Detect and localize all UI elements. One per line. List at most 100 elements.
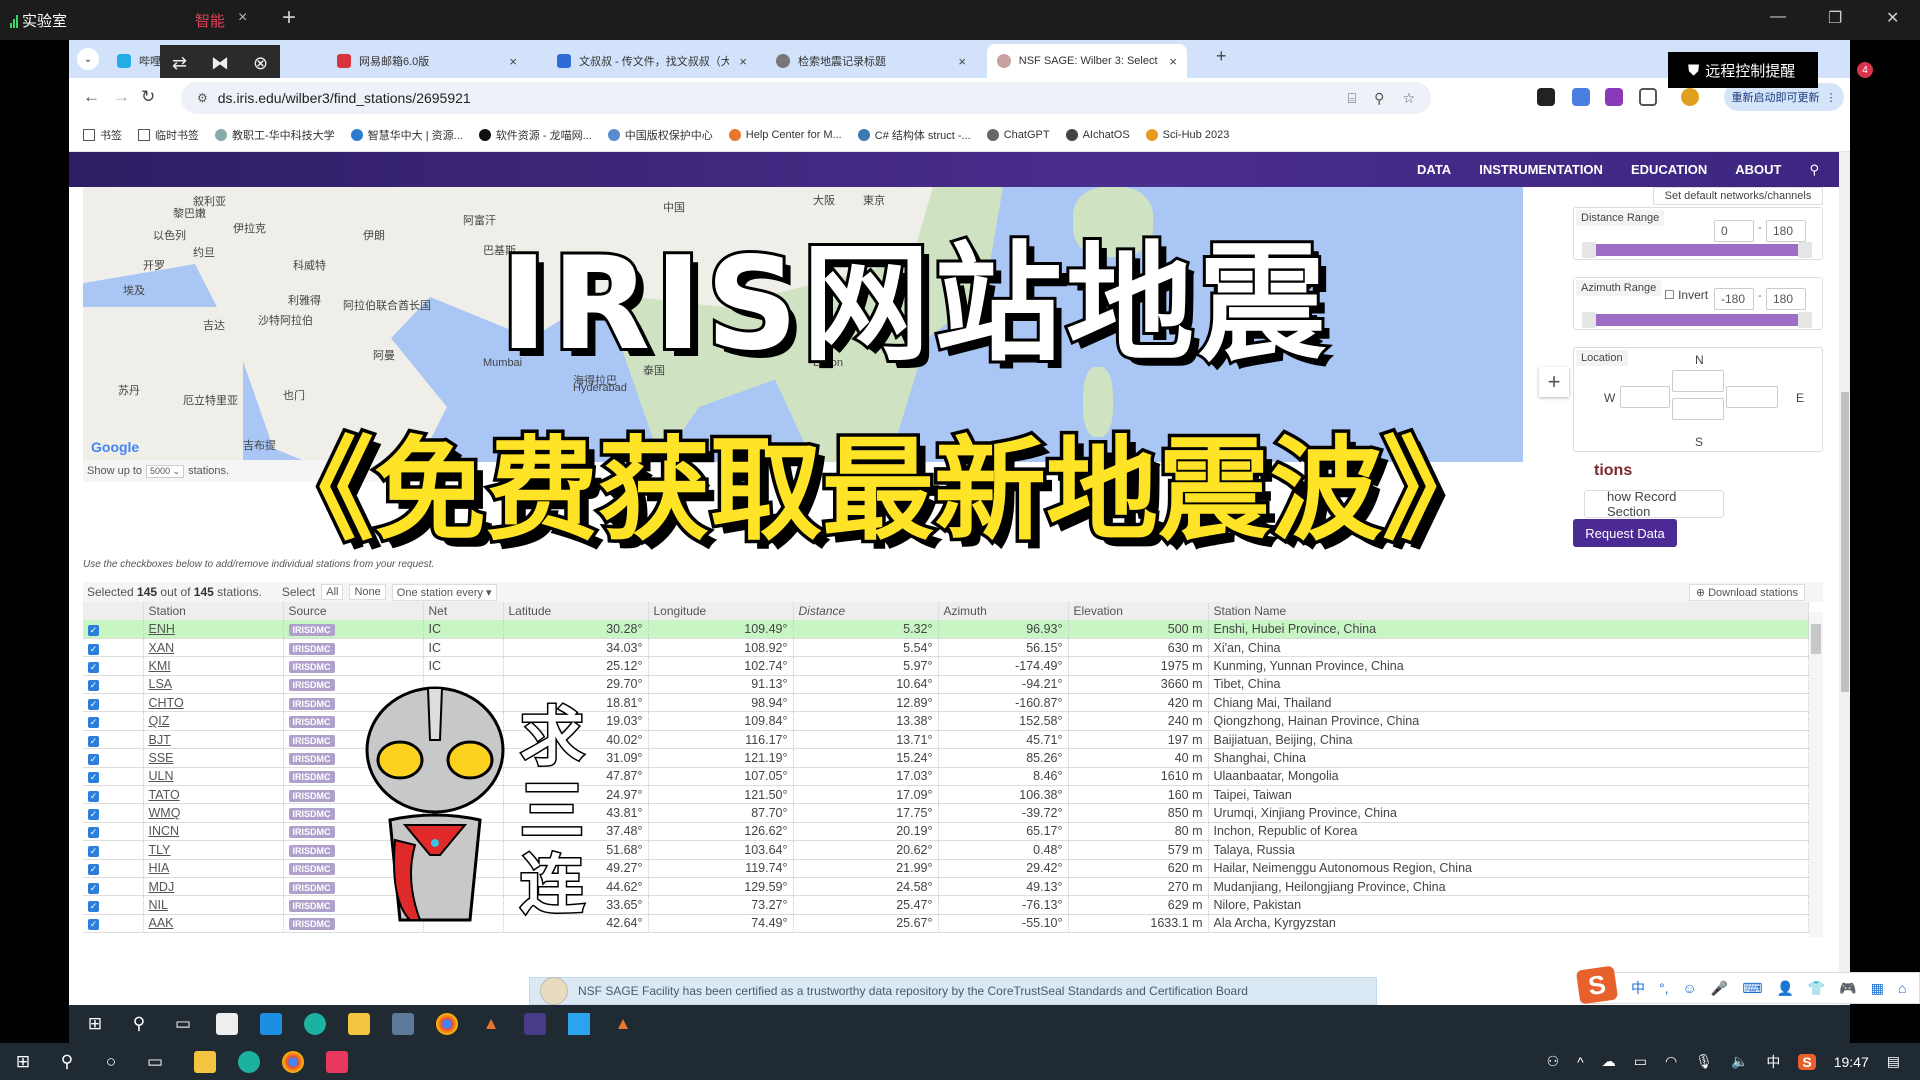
row-checkbox[interactable]: ✓ — [88, 698, 99, 710]
stop-share-icon[interactable]: ⊗ — [253, 53, 268, 74]
station-link[interactable]: SSE — [149, 751, 174, 765]
column-header[interactable] — [83, 602, 144, 620]
input-language[interactable]: 中 — [1766, 1052, 1780, 1072]
windows-start-icon[interactable]: ⊞ — [84, 1013, 106, 1035]
select-none-button[interactable]: None — [349, 584, 386, 600]
task-view-icon[interactable]: ▭ — [144, 1051, 166, 1073]
menu-dots-icon[interactable]: ⋮ — [1826, 91, 1837, 104]
station-link[interactable]: QIZ — [149, 714, 170, 728]
table-row[interactable]: ✓ NIL IRISDMC 33.65° 73.27° 25.47° -76.13° 629 … — [83, 895, 1809, 915]
notifications-icon[interactable]: ▤ — [1887, 1053, 1900, 1070]
switch-icon[interactable]: ⇄ — [172, 53, 187, 74]
chinese-mode-icon[interactable]: 中 — [1631, 978, 1645, 998]
north-input[interactable] — [1672, 370, 1724, 392]
close-window-button[interactable]: ✕ — [1886, 8, 1899, 28]
tab-wilber-active[interactable]: NSF SAGE: Wilber 3: Select St × — [987, 44, 1187, 78]
remote-control-notice[interactable]: ⛊ 远程控制提醒 — [1668, 52, 1818, 88]
back-icon[interactable]: ← — [83, 87, 100, 107]
row-checkbox[interactable]: ✓ — [88, 845, 99, 857]
station-link[interactable]: AAK — [149, 916, 174, 930]
column-header[interactable]: Longitude — [648, 602, 794, 620]
row-checkbox[interactable]: ✓ — [88, 735, 99, 747]
station-link[interactable]: INCN — [149, 824, 180, 838]
people-icon[interactable]: ⚇ — [1547, 1053, 1560, 1070]
close-tab-button[interactable]: × — [509, 54, 517, 69]
nav-education[interactable]: EDUCATION — [1631, 162, 1707, 177]
station-link[interactable]: ULN — [149, 769, 174, 783]
new-tab-button[interactable]: + — [1216, 46, 1227, 67]
table-row[interactable]: ✓ XAN IRISDMC IC 34.03° 108.92° 5.54° 56.15° 630… — [83, 638, 1809, 658]
account-icon[interactable]: 👤 — [1776, 980, 1793, 997]
bookmark-item[interactable]: C# 结构体 struct -... — [857, 127, 971, 143]
bookmark-item[interactable]: Help Center for M... — [728, 128, 842, 141]
keyboard-icon[interactable]: ⌨ — [1742, 980, 1762, 997]
cortana-icon[interactable]: ○ — [100, 1051, 122, 1073]
column-header[interactable]: Latitude — [503, 602, 649, 620]
table-row[interactable]: ✓ CHTO IRISDMC 18.81° 98.94° 12.89° -160.87° 42… — [83, 693, 1809, 713]
south-input[interactable] — [1672, 398, 1724, 420]
azimuth-min-input[interactable]: -180 — [1714, 288, 1754, 310]
table-row[interactable]: ✓ BJT IRISDMC 40.02° 116.17° 13.71° 45.71° 197 … — [83, 730, 1809, 750]
matlab-icon[interactable]: ▲ — [612, 1013, 634, 1035]
microphone-icon[interactable]: 🎙 — [1695, 1053, 1713, 1070]
extension-icon[interactable] — [1572, 88, 1590, 106]
station-link[interactable]: TLY — [149, 843, 171, 857]
table-scrollbar[interactable] — [1809, 612, 1823, 937]
map-zoom-in-button[interactable]: + — [1539, 367, 1569, 397]
page-scrollbar[interactable] — [1839, 152, 1850, 1005]
bookmark-item[interactable]: 智慧华中大 | 资源... — [350, 127, 463, 143]
toolbox-icon[interactable]: ▦ — [1871, 980, 1884, 997]
site-info-icon[interactable]: ⚙ — [197, 91, 208, 105]
azimuth-slider-low-handle[interactable] — [1582, 312, 1596, 328]
edge-icon[interactable] — [238, 1050, 260, 1073]
column-header[interactable]: Source — [283, 602, 424, 620]
row-checkbox[interactable]: ✓ — [88, 827, 99, 839]
search-icon[interactable]: ⚲ — [56, 1051, 78, 1073]
azimuth-max-input[interactable]: 180 — [1766, 288, 1806, 310]
nav-data[interactable]: DATA — [1417, 162, 1451, 177]
chrome-icon[interactable] — [282, 1050, 304, 1073]
file-explorer-icon[interactable] — [348, 1013, 370, 1035]
search-icon[interactable]: ⚲ — [1809, 162, 1819, 178]
reload-icon[interactable]: ↻ — [141, 87, 155, 107]
app-icon[interactable] — [392, 1013, 414, 1035]
matlab-icon[interactable]: ▲ — [480, 1013, 502, 1035]
bookmark-item[interactable]: 中国版权保护中心 — [607, 127, 713, 143]
cat-app-icon[interactable] — [524, 1013, 546, 1035]
station-link[interactable]: KMI — [149, 659, 171, 673]
table-row[interactable]: ✓ TATO IRISDMC 24.97° 121.50° 17.09° 106.38° 16… — [83, 785, 1809, 805]
file-explorer-icon[interactable] — [194, 1050, 216, 1073]
tab-wenshushu[interactable]: 文叔叔 - 传文件，找文叔叔（大 × — [547, 44, 757, 78]
scrollbar-thumb[interactable] — [1841, 392, 1849, 692]
table-row[interactable]: ✓ TLY IRISDMC 51.68° 103.64° 20.62° 0.48° 579 m… — [83, 840, 1809, 860]
west-input[interactable] — [1620, 386, 1670, 408]
column-header[interactable]: Elevation — [1068, 602, 1209, 620]
azimuth-slider-high-handle[interactable] — [1798, 312, 1812, 328]
mail-icon[interactable] — [260, 1013, 282, 1035]
translate-icon[interactable]: ⌸ — [1348, 90, 1356, 107]
column-header[interactable]: Net — [423, 602, 504, 620]
forward-icon[interactable]: → — [113, 87, 130, 107]
table-row[interactable]: ✓ KMI IRISDMC IC 25.12° 102.74° 5.97° -174.49° 1… — [83, 656, 1809, 676]
show-record-section-button[interactable]: how Record Section — [1584, 489, 1724, 519]
invert-checkbox[interactable]: ☐ Invert — [1664, 288, 1708, 302]
close-smart-tab-button[interactable]: × — [238, 9, 247, 27]
clock[interactable]: 19:47 — [1834, 1054, 1869, 1070]
station-link[interactable]: MDJ — [149, 880, 175, 894]
distance-slider[interactable] — [1582, 242, 1812, 258]
game-icon[interactable]: 🎮 — [1839, 980, 1856, 997]
windows-start-icon[interactable]: ⊞ — [12, 1051, 34, 1073]
skin-icon[interactable]: 👕 — [1808, 980, 1825, 997]
extensions-puzzle-icon[interactable] — [1639, 88, 1657, 106]
table-row[interactable]: ✓ ENH IRISDMC IC 30.28° 109.49° 5.32° 96.93° 500… — [83, 620, 1809, 639]
store-icon[interactable] — [216, 1013, 238, 1035]
smart-tab[interactable]: 智能 — [195, 10, 225, 31]
more-icon[interactable]: ⌂ — [1898, 980, 1906, 996]
sogou-ime-logo[interactable]: S — [1575, 965, 1619, 1005]
east-input[interactable] — [1726, 386, 1778, 408]
row-checkbox[interactable]: ✓ — [88, 753, 99, 765]
station-link[interactable]: TATO — [149, 788, 180, 802]
minimize-button[interactable]: — — [1770, 8, 1786, 26]
bookmark-item[interactable]: 教职工-华中科技大学 — [215, 127, 335, 143]
sogou-tray-icon[interactable]: S — [1798, 1053, 1816, 1070]
